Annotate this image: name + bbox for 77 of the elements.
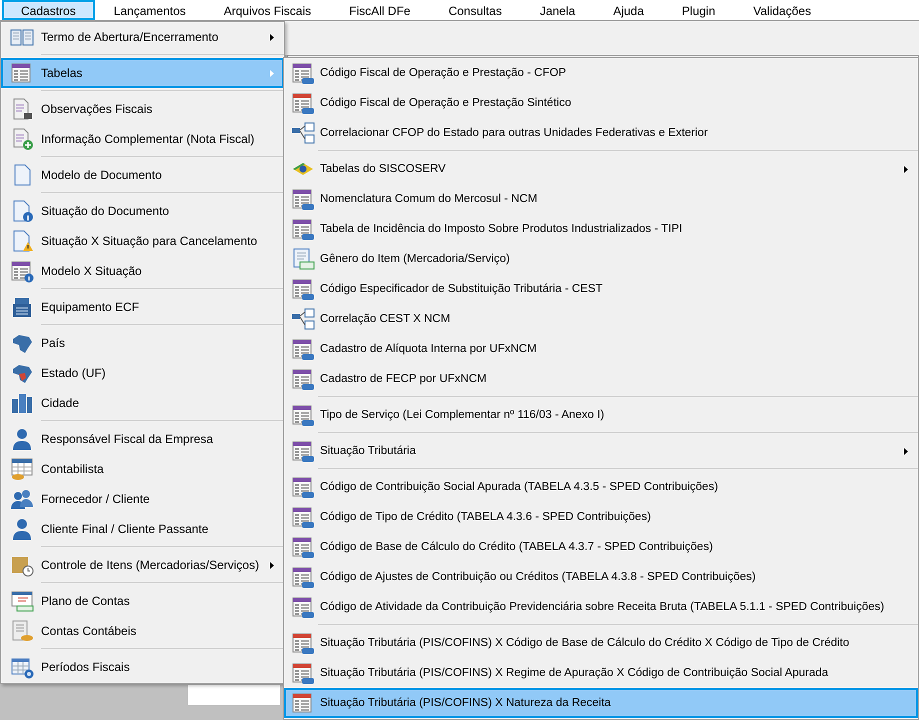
diagram-icon <box>291 121 315 145</box>
menu-item[interactable]: Código Especificador de Substituição Tributária - CEST <box>284 274 918 304</box>
table-icon <box>291 565 315 589</box>
menu-item[interactable]: Código de Contribuição Social Apurada (TABELA 4.3.5 - SPED Contribuições) <box>284 472 918 502</box>
menu-item[interactable]: Cliente Final / Cliente Passante <box>1 514 284 544</box>
menu-item[interactable]: Observações Fiscais <box>1 94 284 124</box>
menu-item[interactable]: Cadastro de FECP por UFxNCM <box>284 364 918 394</box>
menu-bar-item[interactable]: Janela <box>520 0 594 20</box>
menu-item[interactable]: Situação X Situação para Cancelamento <box>1 226 284 256</box>
menu-bar-item[interactable]: Lançamentos <box>94 0 205 20</box>
menu-item[interactable]: Contabilista <box>1 454 284 484</box>
menu-item[interactable]: Situação do Documento <box>1 196 284 226</box>
menu-item[interactable]: Estado (UF) <box>1 358 284 388</box>
menu-item[interactable]: Situação Tributária <box>284 436 918 466</box>
menu-item[interactable]: Modelo de Documento <box>1 160 284 190</box>
person-icon <box>10 517 34 541</box>
table-icon <box>291 277 315 301</box>
building-icon <box>10 391 34 415</box>
menu-item[interactable]: Código de Atividade da Contribuição Previdenciária sobre Receita Bruta (TABELA 5.1.1 - SPED Contribuições) <box>284 592 918 622</box>
menu-bar-item[interactable]: Cadastros <box>2 0 95 20</box>
menu-bar-item[interactable]: Ajuda <box>594 0 663 20</box>
table-icon <box>291 439 315 463</box>
menu-item[interactable]: Tipo de Serviço (Lei Complementar nº 116/03 - Anexo I) <box>284 400 918 430</box>
table-icon <box>291 187 315 211</box>
menu-bar-item[interactable]: FiscAll DFe <box>330 0 430 20</box>
people-icon <box>10 487 34 511</box>
menu-item[interactable]: Termo de Abertura/Encerramento <box>1 22 284 52</box>
menu-item[interactable]: Informação Complementar (Nota Fiscal) <box>1 124 284 154</box>
table-icon <box>291 91 315 115</box>
menu-item[interactable]: Tabelas do SISCOSERV <box>284 154 918 184</box>
table-icon <box>291 367 315 391</box>
table-icon <box>291 535 315 559</box>
menu-item[interactable]: Código de Tipo de Crédito (TABELA 4.3.6 - SPED Contribuições) <box>284 502 918 532</box>
menu-item[interactable]: País <box>1 328 284 358</box>
menu-item[interactable]: Código Fiscal de Operação e Prestação - CFOP <box>284 58 918 88</box>
menu-item[interactable]: Fornecedor / Cliente <box>1 484 284 514</box>
menu-item[interactable]: Controle de Itens (Mercadorias/Serviços) <box>1 550 284 580</box>
menu-bar-item[interactable]: Arquivos Fiscais <box>204 0 330 20</box>
table-icon <box>291 505 315 529</box>
menu-item[interactable]: Cadastro de Alíquota Interna por UFxNCM <box>284 334 918 364</box>
table-icon <box>291 631 315 655</box>
document-icon <box>291 247 315 271</box>
menu-bar-item[interactable]: Consultas <box>429 0 521 20</box>
menu-item[interactable]: Períodos Fiscais <box>1 652 284 682</box>
menu-item[interactable]: Plano de Contas <box>1 586 284 616</box>
menu-item[interactable]: Contas Contábeis <box>1 616 284 646</box>
diagram-icon <box>291 307 315 331</box>
menu-item[interactable]: Código Fiscal de Operação e Prestação Sintético <box>284 88 918 118</box>
menu-item[interactable]: Nomenclatura Comum do Mercosul - NCM <box>284 184 918 214</box>
window-icon <box>10 589 34 613</box>
menu-item[interactable]: Situação Tributária (PIS/COFINS) X Código de Base de Cálculo do Crédito X Código de Tipo de Crédito <box>284 628 918 658</box>
menu-item[interactable]: Correlacionar CFOP do Estado para outras Unidades Federativas e Exterior <box>284 118 918 148</box>
menu-item[interactable]: Equipamento ECF <box>1 292 284 322</box>
menu-item[interactable]: Correlação CEST X NCM <box>284 304 918 334</box>
menu-item[interactable]: Modelo X Situação <box>1 256 284 286</box>
table-icon <box>291 61 315 85</box>
menu-item[interactable]: Situação Tributária (PIS/COFINS) X Regime de Apuração X Código de Contribuição Social Apurada <box>284 658 918 688</box>
table-icon <box>291 217 315 241</box>
ledger-icon <box>10 619 34 643</box>
menu-item[interactable]: Tabelas <box>1 58 284 88</box>
table-icon <box>291 475 315 499</box>
table-icon <box>291 595 315 619</box>
menu-item[interactable]: Cidade <box>1 388 284 418</box>
menu-bar-item[interactable]: Plugin <box>662 0 734 20</box>
calendar-icon <box>10 457 34 481</box>
table-icon <box>291 403 315 427</box>
menu-item[interactable]: Gênero do Item (Mercadoria/Serviço) <box>284 244 918 274</box>
menu-item[interactable]: Responsável Fiscal da Empresa <box>1 424 284 454</box>
menu-bar-item[interactable]: Validações <box>734 0 830 20</box>
table-icon <box>291 337 315 361</box>
menu-item[interactable]: Código de Base de Cálculo do Crédito (TABELA 4.3.7 - SPED Contribuições) <box>284 532 918 562</box>
table-icon <box>291 661 315 685</box>
table-icon <box>10 259 34 283</box>
person-icon <box>10 427 34 451</box>
menu-item[interactable]: Situação Tributária (PIS/COFINS) X Natureza da Receita <box>284 688 918 718</box>
menu-item[interactable]: Tabela de Incidência do Imposto Sobre Produtos Industrializados - TIPI <box>284 214 918 244</box>
menu-item[interactable]: Código de Ajustes de Contribuição ou Créditos (TABELA 4.3.8 - SPED Contribuições) <box>284 562 918 592</box>
